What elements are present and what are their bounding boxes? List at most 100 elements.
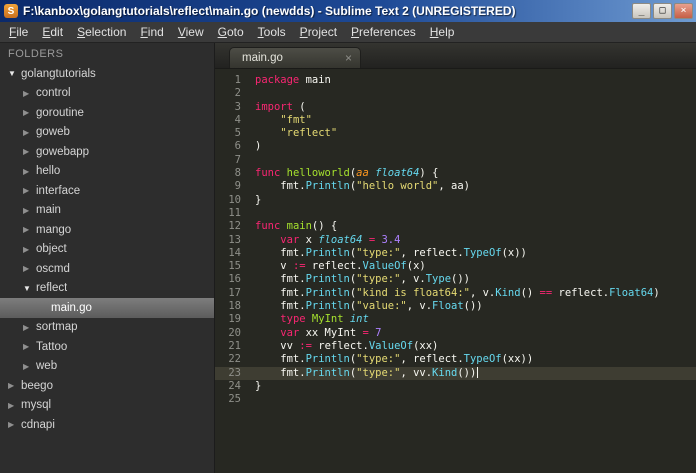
chevron-right-icon[interactable]: ▶ bbox=[23, 264, 36, 273]
sidebar-item-main-go[interactable]: main.go bbox=[0, 298, 214, 318]
chevron-right-icon[interactable]: ▶ bbox=[23, 245, 36, 254]
code-line-19[interactable]: 19 type MyInt int bbox=[215, 313, 696, 326]
code-line-2[interactable]: 2 bbox=[215, 87, 696, 100]
tab-label: main.go bbox=[242, 52, 283, 64]
minimize-button[interactable]: _ bbox=[632, 3, 651, 19]
chevron-right-icon[interactable]: ▶ bbox=[23, 186, 36, 195]
sidebar-item-mango[interactable]: ▶ mango bbox=[0, 220, 214, 240]
code-line-16[interactable]: 16 fmt.Println("type:", v.Type()) bbox=[215, 273, 696, 286]
sidebar-item-reflect[interactable]: ▼ reflect bbox=[0, 279, 214, 299]
chevron-right-icon[interactable]: ▶ bbox=[23, 206, 36, 215]
code-line-10[interactable]: 10} bbox=[215, 194, 696, 207]
file-tree: ▼ golangtutorials ▶ control ▶ goroutine ▶ goweb… bbox=[0, 64, 214, 435]
menu-help[interactable]: Help bbox=[423, 25, 462, 39]
sidebar-item-object[interactable]: ▶ object bbox=[0, 240, 214, 260]
chevron-right-icon[interactable]: ▶ bbox=[23, 225, 36, 234]
sidebar-item-oscmd[interactable]: ▶ oscmd bbox=[0, 259, 214, 279]
tree-item-label: reflect bbox=[36, 282, 68, 295]
menu-tools[interactable]: Tools bbox=[251, 25, 293, 39]
menu-goto[interactable]: Goto bbox=[211, 25, 251, 39]
code-line-25[interactable]: 25 bbox=[215, 393, 696, 406]
sidebar-item-beego[interactable]: ▶ beego bbox=[0, 376, 214, 396]
code-text: var xx MyInt = 7 bbox=[280, 326, 382, 339]
tab-main-go[interactable]: main.go × bbox=[229, 47, 361, 68]
line-number: 20 bbox=[228, 326, 241, 339]
code-text: v := reflect.ValueOf(x) bbox=[255, 260, 426, 273]
tree-item-label: object bbox=[36, 243, 67, 256]
sidebar-item-hello[interactable]: ▶ hello bbox=[0, 162, 214, 182]
tree-item-label: golangtutorials bbox=[21, 67, 96, 80]
chevron-right-icon[interactable]: ▶ bbox=[8, 381, 21, 390]
menu-file[interactable]: File bbox=[2, 25, 35, 39]
code-line-8[interactable]: 8 func helloworld(aa float64) { bbox=[215, 167, 696, 180]
code-line-22[interactable]: 22 fmt.Println("type:", reflect.TypeOf(x… bbox=[215, 353, 696, 366]
tree-item-label: goweb bbox=[36, 126, 70, 139]
sidebar-item-control[interactable]: ▶ control bbox=[0, 84, 214, 104]
sidebar-item-tattoo[interactable]: ▶ Tattoo bbox=[0, 337, 214, 357]
code-line-12[interactable]: 12 func main() { bbox=[215, 220, 696, 233]
menu-project[interactable]: Project bbox=[293, 25, 344, 39]
code-line-5[interactable]: 5 "reflect" bbox=[215, 127, 696, 140]
sidebar-item-goweb[interactable]: ▶ goweb bbox=[0, 123, 214, 143]
sidebar-item-goroutine[interactable]: ▶ goroutine bbox=[0, 103, 214, 123]
code-line-24[interactable]: 24} bbox=[215, 380, 696, 393]
chevron-down-icon[interactable]: ▼ bbox=[23, 284, 36, 293]
code-line-4[interactable]: 4 "fmt" bbox=[215, 114, 696, 127]
code-area[interactable]: 1 package main 2 3 import (4 "fmt" 5 "reflect… bbox=[215, 69, 696, 473]
code-line-21[interactable]: 21 vv := reflect.ValueOf(xx) bbox=[215, 340, 696, 353]
sidebar-item-web[interactable]: ▶ web bbox=[0, 357, 214, 377]
chevron-right-icon[interactable]: ▶ bbox=[23, 167, 36, 176]
code-line-17[interactable]: 17 fmt.Println("kind is float64:", v.Kin… bbox=[215, 287, 696, 300]
close-button[interactable]: × bbox=[674, 3, 693, 19]
menu-edit[interactable]: Edit bbox=[35, 25, 70, 39]
sidebar-item-cdnapi[interactable]: ▶ cdnapi bbox=[0, 415, 214, 435]
code-text: "reflect" bbox=[280, 127, 338, 140]
code-line-23[interactable]: 23 fmt.Println("type:", vv.Kind()) bbox=[215, 366, 696, 380]
chevron-right-icon[interactable]: ▶ bbox=[23, 108, 36, 117]
code-line-9[interactable]: 9 fmt.Println("hello world", aa) bbox=[215, 180, 696, 193]
chevron-right-icon[interactable]: ▶ bbox=[8, 401, 21, 410]
menu-view[interactable]: View bbox=[171, 25, 211, 39]
code-line-14[interactable]: 14 fmt.Println("type:", reflect.TypeOf(x… bbox=[215, 247, 696, 260]
line-number: 19 bbox=[228, 313, 241, 326]
code-line-20[interactable]: 20 var xx MyInt = 7 bbox=[215, 327, 696, 340]
tree-item-label: mango bbox=[36, 223, 72, 236]
line-number: 12 bbox=[228, 220, 241, 233]
maximize-button[interactable]: □ bbox=[653, 3, 672, 19]
tab-bar: main.go × bbox=[215, 43, 696, 69]
code-line-7[interactable]: 7 bbox=[215, 154, 696, 167]
code-line-13[interactable]: 13 var x float64 = 3.4 bbox=[215, 234, 696, 247]
code-line-1[interactable]: 1 package main bbox=[215, 74, 696, 87]
tree-item-label: Tattoo bbox=[36, 340, 68, 353]
line-number: 11 bbox=[228, 206, 241, 219]
chevron-right-icon[interactable]: ▶ bbox=[23, 147, 36, 156]
chevron-right-icon[interactable]: ▶ bbox=[23, 323, 36, 332]
tab-close-icon[interactable]: × bbox=[345, 51, 352, 65]
code-line-11[interactable]: 11 bbox=[215, 207, 696, 220]
sidebar-item-gowebapp[interactable]: ▶ gowebapp bbox=[0, 142, 214, 162]
sidebar-item-mysql[interactable]: ▶ mysql bbox=[0, 396, 214, 416]
sidebar-item-sortmap[interactable]: ▶ sortmap bbox=[0, 318, 214, 338]
chevron-down-icon[interactable]: ▼ bbox=[8, 69, 21, 78]
window-controls: _ □ × bbox=[632, 3, 693, 19]
sidebar-item-interface[interactable]: ▶ interface bbox=[0, 181, 214, 201]
code-line-18[interactable]: 18 fmt.Println("value:", v.Float()) bbox=[215, 300, 696, 313]
line-number: 8 bbox=[234, 167, 241, 180]
line-number: 25 bbox=[228, 393, 241, 406]
code-line-15[interactable]: 15 v := reflect.ValueOf(x) bbox=[215, 260, 696, 273]
chevron-right-icon[interactable]: ▶ bbox=[23, 362, 36, 371]
code-text: func helloworld(aa float64) { bbox=[255, 167, 439, 180]
menu-preferences[interactable]: Preferences bbox=[344, 25, 423, 39]
code-line-3[interactable]: 3 import ( bbox=[215, 101, 696, 114]
sidebar-item-golangtutorials[interactable]: ▼ golangtutorials bbox=[0, 64, 214, 84]
menu-find[interactable]: Find bbox=[133, 25, 170, 39]
menu-selection[interactable]: Selection bbox=[70, 25, 133, 39]
chevron-right-icon[interactable]: ▶ bbox=[8, 420, 21, 429]
sidebar-item-main[interactable]: ▶ main bbox=[0, 201, 214, 221]
tree-item-label: sortmap bbox=[36, 321, 78, 334]
code-text: fmt.Println("type:", v.Type()) bbox=[255, 273, 470, 286]
code-line-6[interactable]: 6) bbox=[215, 140, 696, 153]
chevron-right-icon[interactable]: ▶ bbox=[23, 128, 36, 137]
chevron-right-icon[interactable]: ▶ bbox=[23, 342, 36, 351]
chevron-right-icon[interactable]: ▶ bbox=[23, 89, 36, 98]
